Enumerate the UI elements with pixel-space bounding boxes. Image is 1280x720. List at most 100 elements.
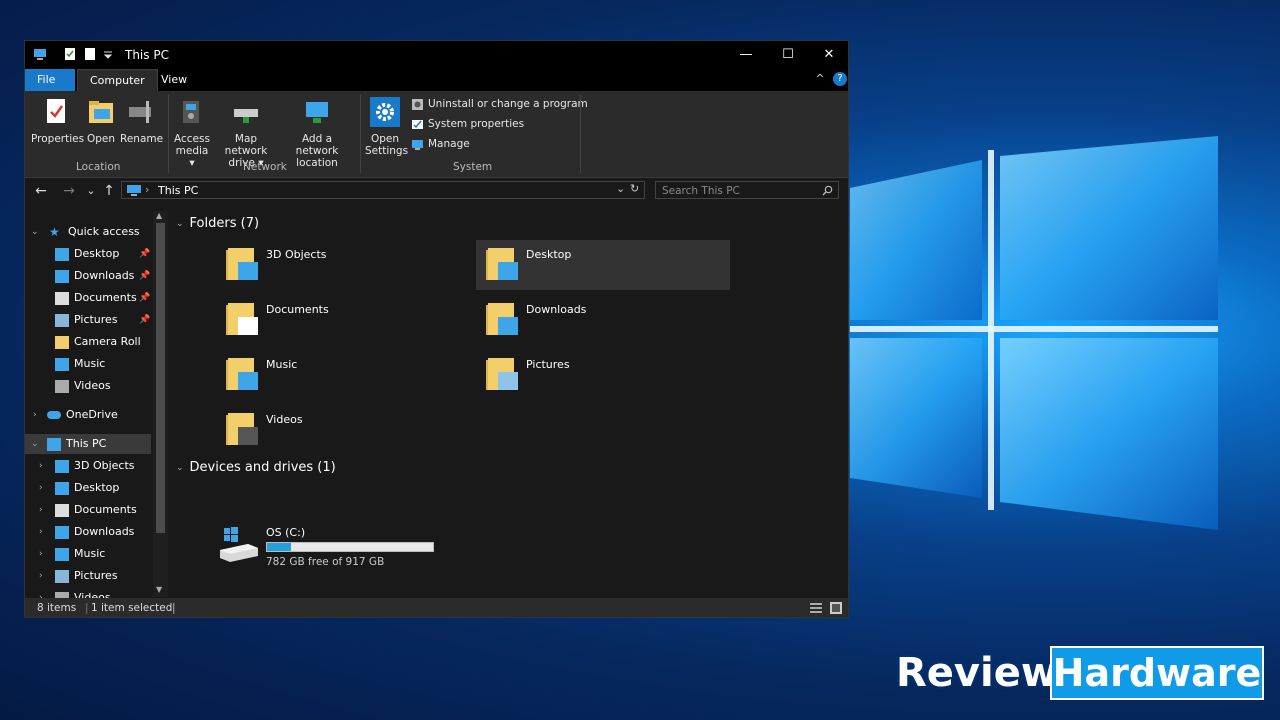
expand-item-icon[interactable]: › xyxy=(39,527,43,537)
recent-locations-button[interactable]: ⌄ xyxy=(81,181,101,201)
status-separator: | xyxy=(85,602,89,614)
address-row: ← → ⌄ ↑ › This PC ⌄ ↻ xyxy=(25,178,848,204)
collapse-quick-access-icon[interactable]: ⌄ xyxy=(31,227,39,237)
expand-item-icon[interactable]: › xyxy=(39,505,43,515)
folder-label: Documents xyxy=(266,303,329,316)
folder-pictures[interactable]: Pictures xyxy=(476,350,730,400)
folder-desktop[interactable]: Desktop xyxy=(476,240,730,290)
access-media-button[interactable]: Access media ▾ xyxy=(173,97,211,169)
nav-scrollbar[interactable]: ▲ ▼ xyxy=(153,211,168,597)
nav-pc-documents[interactable]: Documents xyxy=(55,500,137,520)
tab-computer[interactable]: Computer xyxy=(77,69,158,91)
system-properties-button[interactable]: System properties xyxy=(411,116,524,132)
documents-icon xyxy=(55,503,69,517)
nav-quick-documents[interactable]: Documents 📌 xyxy=(55,288,150,308)
expand-onedrive-icon[interactable]: › xyxy=(33,410,37,420)
search-icon[interactable] xyxy=(822,185,833,196)
nav-pc-desktop[interactable]: Desktop xyxy=(55,478,119,498)
folder-music[interactable]: Music xyxy=(216,350,470,400)
breadcrumb-this-pc[interactable]: This PC xyxy=(158,184,198,197)
access-media-label-2: media ▾ xyxy=(175,145,209,169)
back-button[interactable]: ← xyxy=(31,181,51,201)
nav-quick-access-label: Quick access xyxy=(68,225,140,238)
details-view-icon[interactable] xyxy=(810,603,822,613)
expand-item-icon[interactable]: › xyxy=(39,483,43,493)
folder-videos[interactable]: Videos xyxy=(216,405,470,455)
rename-button[interactable]: Rename xyxy=(120,97,163,145)
open-button[interactable]: Open xyxy=(83,97,119,145)
new-folder-quick-icon[interactable] xyxy=(83,47,97,61)
nav-pc-3d-objects[interactable]: 3D Objects xyxy=(55,456,135,476)
open-settings-label-1: Open xyxy=(370,133,400,145)
nav-quick-camera-roll[interactable]: Camera Roll xyxy=(55,332,141,352)
ribbon: Properties Open Rename Location Access m… xyxy=(25,91,848,178)
expand-item-icon[interactable]: › xyxy=(39,549,43,559)
add-network-location-button[interactable]: Add a network location xyxy=(281,97,353,169)
pin-icon[interactable]: 📌 xyxy=(139,310,150,330)
drive-usage-bar xyxy=(266,542,434,552)
map-network-drive-icon xyxy=(234,109,258,123)
nav-quick-videos[interactable]: Videos xyxy=(55,376,111,396)
nav-onedrive-label: OneDrive xyxy=(66,408,118,421)
pin-icon[interactable]: 📌 xyxy=(139,266,150,286)
ribbon-separator xyxy=(580,95,581,173)
map-network-drive-button[interactable]: Map network drive ▾ xyxy=(213,97,279,169)
nav-quick-music[interactable]: Music xyxy=(55,354,105,374)
devices-section-header[interactable]: ⌄ Devices and drives (1) xyxy=(176,460,336,475)
expand-item-icon[interactable]: › xyxy=(39,571,43,581)
close-button[interactable]: ✕ xyxy=(808,41,848,69)
properties-quick-icon[interactable] xyxy=(63,47,77,61)
nav-scrollbar-thumb[interactable] xyxy=(156,223,165,533)
refresh-button[interactable]: ↻ xyxy=(630,182,639,195)
folder-documents[interactable]: Documents xyxy=(216,295,470,345)
properties-button[interactable]: Properties xyxy=(31,97,85,145)
drive-name: OS (C:) xyxy=(266,526,306,539)
collapse-this-pc-icon[interactable]: ⌄ xyxy=(31,439,39,449)
address-dropdown-button[interactable]: ⌄ xyxy=(616,182,625,195)
search-box[interactable] xyxy=(655,181,839,199)
pin-icon[interactable]: 📌 xyxy=(139,244,150,264)
address-bar[interactable]: › This PC ⌄ ↻ xyxy=(121,181,645,199)
large-icons-view-icon[interactable] xyxy=(830,602,842,614)
drive-usage-fill xyxy=(267,543,292,551)
minimize-button[interactable]: — xyxy=(725,41,767,69)
customize-quick-access-icon[interactable] xyxy=(101,47,115,61)
collapse-ribbon-button[interactable]: ^ xyxy=(813,72,827,88)
help-button[interactable]: ? xyxy=(833,72,847,86)
open-settings-button[interactable]: Open Settings xyxy=(365,97,408,157)
nav-this-pc[interactable]: This PC xyxy=(47,434,106,454)
forward-button[interactable]: → xyxy=(59,181,79,201)
folder-3d-objects[interactable]: 3D Objects xyxy=(216,240,470,290)
nav-quick-access[interactable]: ★ Quick access xyxy=(49,222,140,242)
camera-roll-icon xyxy=(55,335,69,349)
pin-icon[interactable]: 📌 xyxy=(139,288,150,308)
nav-onedrive[interactable]: OneDrive xyxy=(47,405,118,425)
nav-pc-downloads[interactable]: Downloads xyxy=(55,522,134,542)
scroll-down-icon[interactable]: ▼ xyxy=(156,585,162,594)
nav-quick-pictures[interactable]: Pictures 📌 xyxy=(55,310,150,330)
status-separator: | xyxy=(172,602,176,614)
expand-item-icon[interactable]: › xyxy=(39,461,43,471)
folder-downloads[interactable]: Downloads xyxy=(476,295,730,345)
search-input[interactable] xyxy=(660,183,814,199)
nav-quick-downloads[interactable]: Downloads 📌 xyxy=(55,266,150,286)
nav-pc-pictures[interactable]: Pictures xyxy=(55,566,118,586)
folder-label: Downloads xyxy=(526,303,587,316)
drive-c[interactable]: OS (C:) 782 GB free of 917 GB xyxy=(218,524,478,570)
up-button[interactable]: ↑ xyxy=(99,181,119,201)
nav-item-label: Desktop xyxy=(74,247,120,260)
tab-view[interactable]: View xyxy=(149,69,199,91)
nav-quick-desktop[interactable]: Desktop 📌 xyxy=(55,244,150,264)
scroll-up-icon[interactable]: ▲ xyxy=(156,211,162,220)
folders-section-header[interactable]: ⌄ Folders (7) xyxy=(176,216,259,231)
properties-label: Properties xyxy=(31,133,85,145)
tab-file[interactable]: File xyxy=(25,69,75,91)
add-network-location-icon xyxy=(306,102,328,123)
title-bar: This PC — ☐ ✕ xyxy=(25,41,848,69)
uninstall-icon xyxy=(412,98,423,110)
maximize-button[interactable]: ☐ xyxy=(767,41,809,69)
manage-button[interactable]: Manage xyxy=(411,136,470,152)
uninstall-program-button[interactable]: Uninstall or change a program xyxy=(411,96,588,112)
nav-pc-music[interactable]: Music xyxy=(55,544,105,564)
videos-icon xyxy=(55,379,69,393)
